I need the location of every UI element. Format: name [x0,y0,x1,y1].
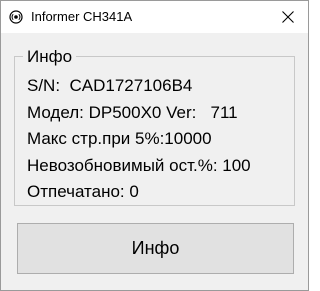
app-window: Informer CH341A Инфо S/N: CAD1727106B4 М… [0,0,309,291]
model-label: Модел: DP500X0 Ver: 711 [27,103,238,122]
close-button[interactable] [268,1,308,33]
printed-count-label: Отпечатано: 0 [27,182,139,201]
groupbox-legend: Инфо [23,47,77,66]
max-pages-label: Макс стр.при 5%:10000 [27,129,212,148]
window-title: Informer CH341A [31,9,133,24]
radio-icon [9,10,23,24]
close-icon [282,11,294,23]
title-bar[interactable]: Informer CH341A [1,1,308,33]
nonrenewable-remaining-label: Невозобновимый ост.%: 100 [27,156,251,175]
serial-number-label: S/N: CAD1727106B4 [27,76,193,95]
info-button[interactable]: Инфо [17,223,294,274]
